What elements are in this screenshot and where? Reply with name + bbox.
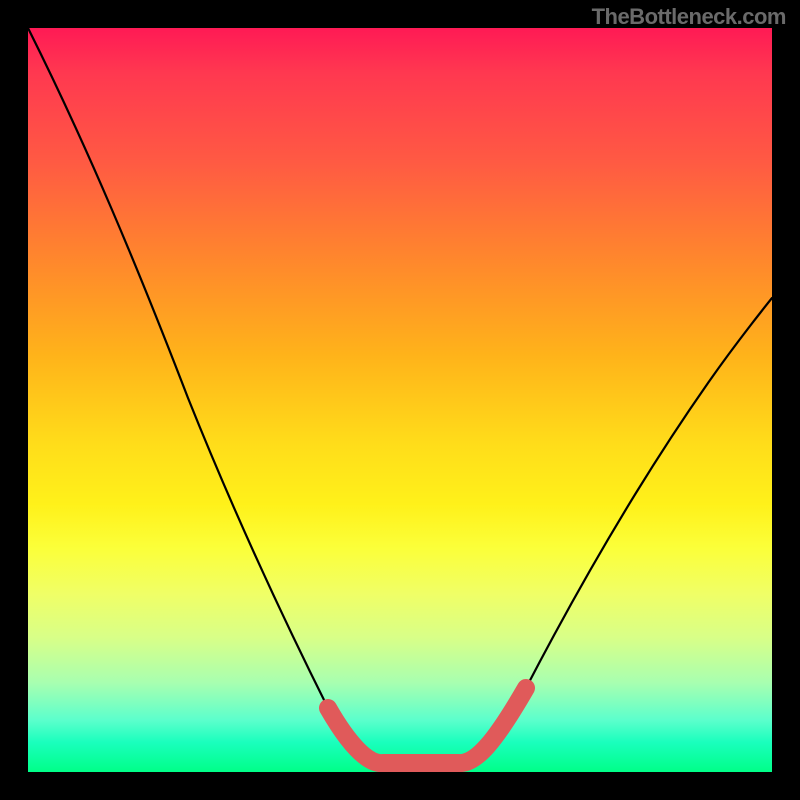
watermark-text: TheBottleneck.com xyxy=(592,4,786,30)
plot-area xyxy=(28,28,772,772)
chart-frame: TheBottleneck.com xyxy=(0,0,800,800)
valley-highlight xyxy=(328,688,526,763)
bottleneck-curve xyxy=(28,28,772,763)
curve-layer xyxy=(28,28,772,772)
